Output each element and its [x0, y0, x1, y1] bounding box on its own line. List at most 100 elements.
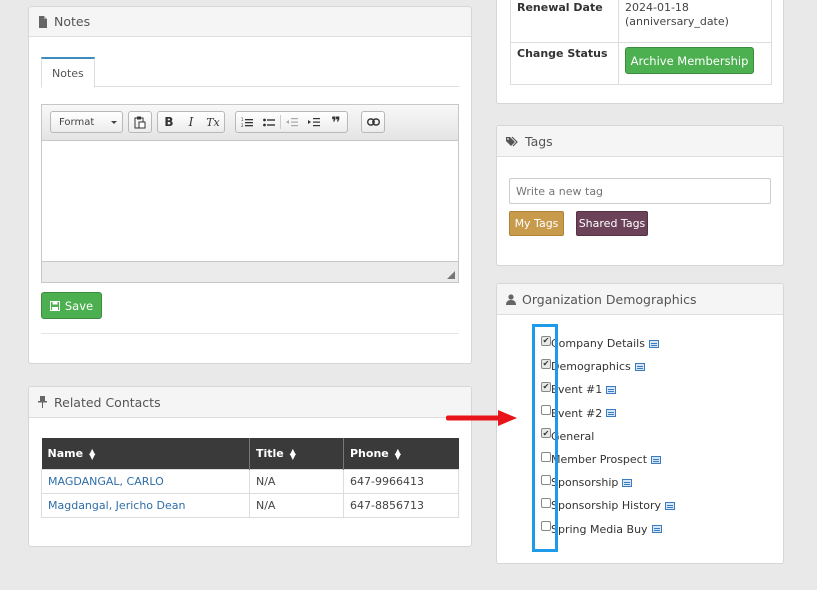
link-group: [361, 111, 385, 133]
sort-icon: ▲ ▼: [394, 446, 401, 461]
table-row: Magdangal, Jericho Dean N/A 647-8856713: [41, 492, 459, 518]
column-header-phone[interactable]: Phone ▲ ▼: [343, 438, 459, 469]
change-status-cell: Archive Membership: [618, 42, 772, 85]
id-card-icon[interactable]: [648, 339, 659, 348]
numbered-list-button[interactable]: 12: [236, 112, 258, 132]
id-card-icon[interactable]: [665, 501, 676, 510]
column-header-title-label: Title: [256, 446, 284, 460]
renewal-date-cell: 2024-01-18 (anniversary_date): [618, 0, 772, 43]
renewal-date-label: Renewal Date: [510, 0, 619, 43]
id-card-icon[interactable]: [606, 409, 617, 418]
renewal-date-note: (anniversary_date): [625, 15, 729, 28]
list-item: Spring Media Buy: [541, 518, 675, 541]
document-icon: [38, 15, 49, 28]
demographic-label: Sponsorship History: [551, 499, 662, 513]
format-dropdown[interactable]: Format: [50, 111, 123, 133]
tab-notes[interactable]: Notes: [41, 57, 95, 88]
table-header-row: Name ▲ ▼ Title ▲ ▼ Phone ▲ ▼: [41, 438, 459, 469]
link-button[interactable]: [362, 112, 384, 132]
id-card-icon[interactable]: [622, 478, 633, 487]
related-contacts-title: Related Contacts: [54, 394, 161, 410]
table-row: MAGDANGAL, CARLO N/A 647-9966413: [41, 468, 459, 494]
blockquote-button[interactable]: ❞: [325, 112, 347, 132]
notes-panel-title: Notes: [54, 14, 91, 29]
bulleted-list-button[interactable]: [258, 112, 280, 132]
membership-info-panel: Renewal Date 2024-01-18 (anniversary_dat…: [496, 0, 784, 104]
change-status-row: Change Status Archive Membership: [510, 42, 772, 85]
id-card-icon[interactable]: [651, 525, 662, 534]
editor-content-area[interactable]: [42, 141, 458, 261]
demographics-heading: Organization Demographics: [497, 284, 783, 315]
clear-format-button[interactable]: Tx: [202, 112, 224, 132]
contact-phone: 647-8856713: [343, 492, 459, 518]
contact-title: N/A: [249, 468, 344, 494]
contacts-table: Name ▲ ▼ Title ▲ ▼ Phone ▲ ▼ MAGDANGAL, CARLO …: [41, 438, 459, 518]
related-contacts-heading: Related Contacts: [29, 387, 471, 418]
italic-button[interactable]: I: [180, 112, 202, 132]
format-dropdown-label: Format: [59, 116, 95, 128]
id-card-icon[interactable]: [651, 455, 662, 464]
contact-phone: 647-9966413: [343, 468, 459, 494]
increase-indent-button[interactable]: [303, 112, 325, 132]
floppy-disk-icon: [49, 300, 60, 311]
list-item: Event #2: [541, 402, 675, 425]
tags-heading: Tags: [497, 126, 783, 157]
decrease-indent-button[interactable]: [281, 112, 303, 132]
shared-tags-button[interactable]: Shared Tags: [576, 211, 648, 236]
list-item: Member Prospect: [541, 448, 675, 471]
svg-text:1: 1: [241, 117, 244, 122]
change-status-label: Change Status: [510, 42, 619, 85]
contact-name-link[interactable]: Magdangal, Jericho Dean: [41, 492, 250, 518]
contact-title: N/A: [249, 492, 344, 518]
red-arrow-icon: [446, 410, 517, 426]
archive-membership-button[interactable]: Archive Membership: [625, 47, 754, 74]
column-header-name[interactable]: Name ▲ ▼: [41, 438, 250, 469]
column-header-name-label: Name: [47, 446, 84, 460]
indent-icon: [308, 117, 320, 126]
list-item: Sponsorship History: [541, 494, 676, 517]
rich-text-editor: Format B I Tx 12 ❞: [41, 104, 459, 283]
tags-icon: [506, 136, 520, 147]
paste-group: [128, 111, 152, 133]
divider: [41, 333, 459, 334]
demographic-label: Member Prospect: [551, 453, 648, 467]
list-item: Sponsorship: [541, 471, 675, 494]
notes-panel: Notes Notes Format B I Tx 12 ❞ Save: [28, 6, 472, 364]
related-contacts-panel: Related Contacts Name ▲ ▼ Title ▲ ▼ Phone ▲ ▼ …: [28, 386, 472, 547]
list-item: ✔ General: [541, 425, 675, 448]
demographic-label: Event #1: [551, 383, 603, 397]
tags-panel: Tags My Tags Shared Tags: [496, 125, 784, 266]
save-button[interactable]: Save: [41, 292, 102, 319]
bulleted-list-icon: [263, 118, 275, 126]
chevron-down-icon: [111, 121, 117, 124]
demographic-label: Demographics: [551, 360, 631, 374]
list-item: ✔ Demographics: [541, 355, 675, 378]
editor-footer: [42, 261, 458, 282]
user-icon: [506, 293, 517, 305]
save-button-label: Save: [64, 298, 94, 313]
list-item: ✔ Event #1: [541, 378, 675, 401]
renewal-date-value: 2024-01-18: [625, 1, 689, 14]
my-tags-button[interactable]: My Tags: [509, 211, 564, 236]
notes-panel-heading: Notes: [29, 6, 471, 37]
id-card-icon[interactable]: [634, 362, 645, 371]
column-header-title[interactable]: Title ▲ ▼: [249, 438, 344, 469]
numbered-list-icon: 12: [241, 117, 253, 128]
demographic-label: Spring Media Buy: [551, 522, 648, 536]
resize-grip-icon[interactable]: [447, 271, 455, 279]
list-item: ✔ Company Details: [541, 332, 675, 355]
demographics-checkbox-list: ✔ Company Details ✔ Demographics ✔ Event…: [541, 332, 676, 541]
editor-toolbar: Format B I Tx 12 ❞: [42, 105, 458, 141]
outdent-icon: [286, 117, 298, 126]
new-tag-input[interactable]: [509, 178, 771, 204]
paste-from-word-button[interactable]: [129, 112, 151, 132]
membership-info-table: Renewal Date 2024-01-18 (anniversary_dat…: [510, 0, 772, 85]
bold-button[interactable]: B: [158, 112, 180, 132]
svg-text:2: 2: [241, 123, 244, 128]
contact-name-link[interactable]: MAGDANGAL, CARLO: [41, 468, 250, 494]
link-icon: [366, 118, 380, 126]
sort-icon: ▲ ▼: [89, 446, 96, 461]
sort-icon: ▲ ▼: [289, 446, 296, 461]
checkbox-highlight-box: [532, 324, 558, 552]
id-card-icon[interactable]: [606, 385, 617, 394]
